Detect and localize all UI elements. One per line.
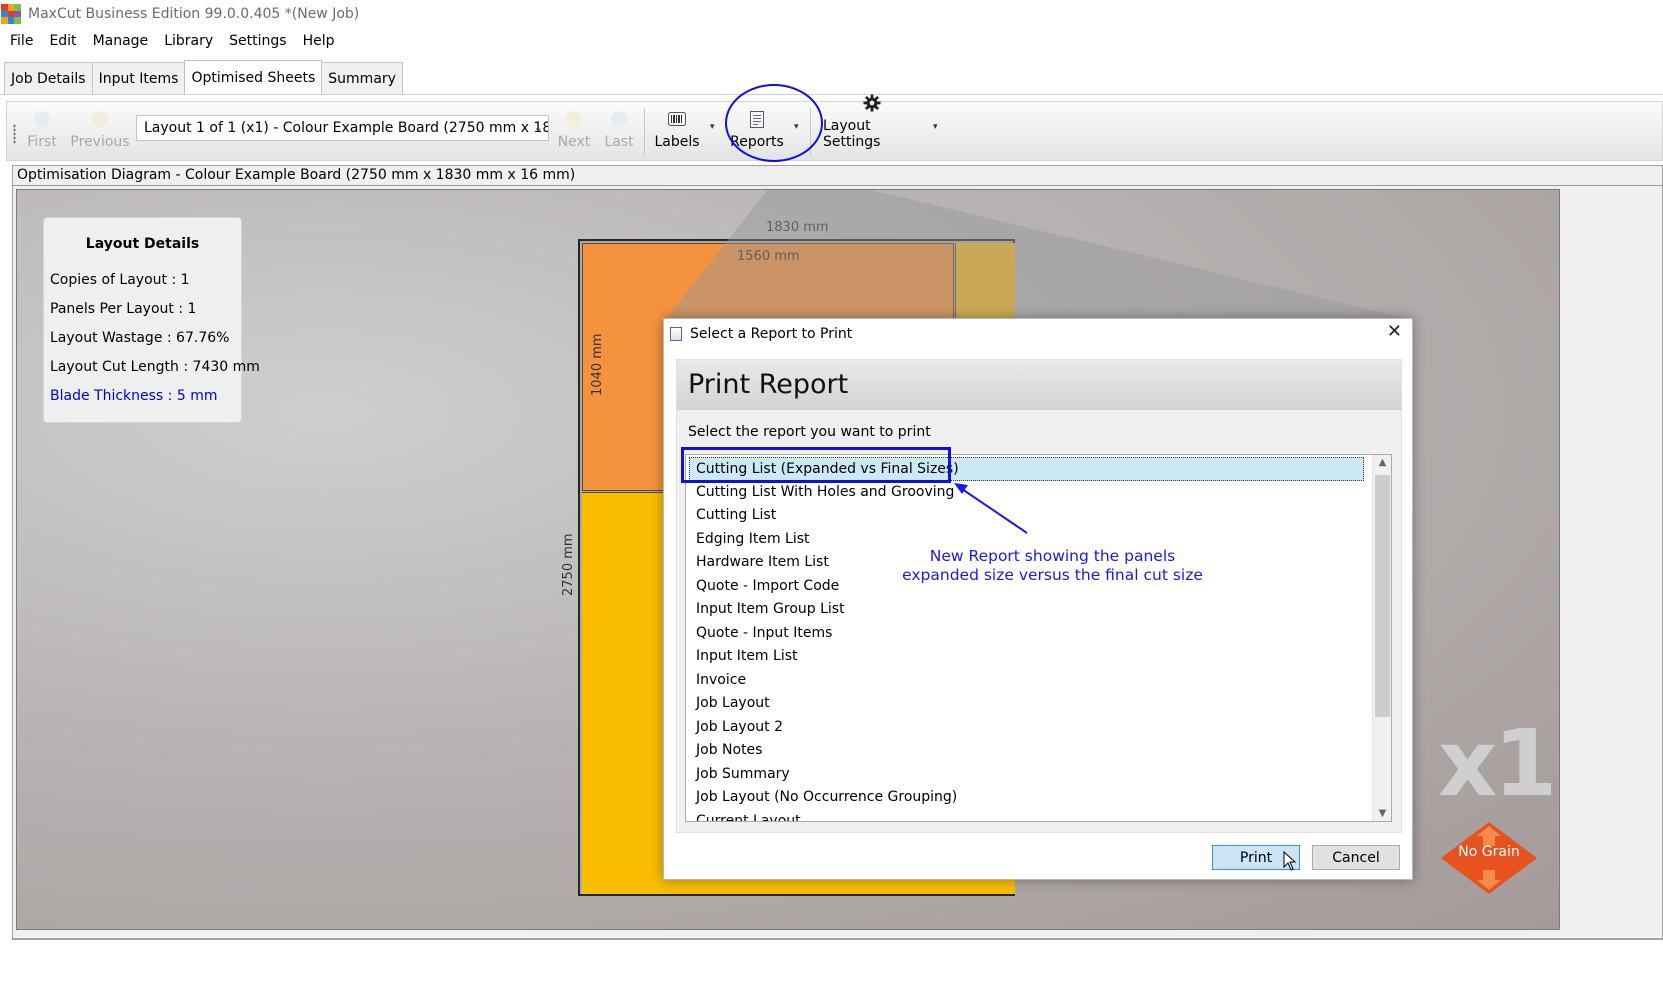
layout-details-box: Layout Details Copies of Layout : 1 Pane… [43, 217, 260, 423]
report-document-icon [670, 327, 682, 341]
annotation-line-2: expanded size versus the final cut size [902, 566, 1203, 584]
tab-strip: Job Details Input Items Optimised Sheets… [4, 60, 403, 95]
no-grain-indicator[interactable]: No Grain [1441, 822, 1537, 894]
panels-per-layout: Panels Per Layout : 1 [50, 301, 197, 317]
list-item[interactable]: Cutting List [686, 504, 1391, 528]
toolbar: First Previous Layout 1 of 1 (x1) - Colo… [6, 94, 1663, 161]
labels-label: Labels [654, 134, 700, 150]
toolbar-grip[interactable] [13, 124, 16, 144]
list-item[interactable]: Cutting List With Holes and Grooving [686, 481, 1391, 505]
layout-settings-dropdown-icon[interactable]: ▾ [933, 122, 938, 132]
list-item[interactable]: Quote - Input Items [686, 622, 1391, 646]
app-window: MaxCut Business Edition 99.0.0.405 *(New… [0, 0, 1663, 997]
previous-button[interactable]: Previous [70, 106, 130, 156]
blade-thickness-link[interactable]: Blade Thickness : 5 mm [50, 388, 235, 404]
first-button[interactable]: First [25, 106, 59, 156]
tab-divider [0, 94, 1663, 95]
panel-width-dimension: 1560 mm [737, 249, 800, 264]
layout-select[interactable]: Layout 1 of 1 (x1) - Colour Example Boar… [136, 115, 549, 141]
panel-height-dimension: 1040 mm [590, 333, 605, 396]
annotation-text: New Report showing the panels expanded s… [880, 547, 1225, 585]
previous-label: Previous [70, 134, 130, 150]
highlight-box [681, 447, 951, 483]
list-item[interactable]: Job Layout [686, 692, 1391, 716]
tab-input-items[interactable]: Input Items [91, 62, 186, 95]
layout-settings-button[interactable]: Layout Settings [823, 94, 921, 156]
list-item[interactable]: Job Notes [686, 739, 1391, 763]
dialog-body: Print Report Select the report you want … [676, 359, 1402, 833]
no-grain-label: No Grain [1458, 844, 1520, 860]
chevron-up-icon[interactable]: ▲ [1373, 457, 1391, 468]
menu-settings[interactable]: Settings [221, 28, 294, 54]
layout-settings-label: Layout Settings [823, 118, 881, 150]
gear-icon [863, 94, 881, 112]
dialog-prompt: Select the report you want to print [688, 424, 931, 440]
menu-help[interactable]: Help [295, 28, 343, 54]
annotation-line-1: New Report showing the panels [929, 547, 1176, 565]
close-icon[interactable]: ✕ [1387, 321, 1402, 342]
next-button[interactable]: Next [555, 106, 593, 156]
layout-cut-length: Layout Cut Length : 7430 mm [50, 359, 260, 375]
menu-bar: File Edit Manage Library Settings Help [0, 28, 1663, 54]
first-label: First [27, 134, 57, 150]
list-item[interactable]: Job Summary [686, 763, 1391, 787]
list-item[interactable]: Invoice [686, 669, 1391, 693]
tab-summary[interactable]: Summary [321, 62, 403, 95]
chevron-down-icon[interactable]: ▼ [1373, 808, 1391, 819]
tab-job-details[interactable]: Job Details [4, 62, 93, 95]
layout-select-value: Layout 1 of 1 (x1) - Colour Example Boar… [144, 120, 549, 136]
chevron-down-icon: ⌄ [533, 121, 543, 134]
copies-badge: x1 [1438, 710, 1557, 817]
sheet-height-dimension: 2750 mm [561, 533, 576, 596]
report-list[interactable]: Cutting List (Expanded vs Final Sizes) C… [685, 454, 1392, 822]
list-scrollbar[interactable]: ▲ ▼ [1372, 455, 1391, 821]
menu-edit[interactable]: Edit [41, 28, 84, 54]
cancel-button[interactable]: Cancel [1312, 845, 1400, 870]
diagram-header: Optimisation Diagram - Colour Example Bo… [13, 166, 1662, 186]
menu-library[interactable]: Library [156, 28, 221, 54]
app-logo-icon [1, 4, 21, 24]
mouse-pointer-icon [1283, 850, 1297, 875]
list-item[interactable]: Job Layout 2 [686, 716, 1391, 740]
sheet-width-dimension: 1830 mm [766, 220, 829, 235]
scrollbar-thumb[interactable] [1375, 475, 1390, 717]
labels-button[interactable]: Labels [653, 106, 701, 156]
print-report-dialog: Select a Report to Print ✕ Print Report … [663, 318, 1413, 880]
dialog-title: Select a Report to Print [690, 326, 853, 342]
list-item[interactable]: Input Item Group List [686, 598, 1391, 622]
menu-manage[interactable]: Manage [85, 28, 157, 54]
copies-of-layout: Copies of Layout : 1 [50, 272, 190, 288]
layout-details-title: Layout Details [85, 236, 200, 252]
tab-optimised-sheets[interactable]: Optimised Sheets [184, 60, 323, 95]
title-bar: MaxCut Business Edition 99.0.0.405 *(New… [0, 0, 1663, 28]
status-divider [12, 938, 1663, 939]
toolbar-separator [644, 108, 645, 156]
layout-wastage: Layout Wastage : 67.76% [50, 330, 230, 346]
menu-file[interactable]: File [2, 28, 41, 54]
window-title: MaxCut Business Edition 99.0.0.405 *(New… [28, 6, 360, 22]
last-icon [610, 110, 628, 128]
next-label: Next [557, 134, 591, 150]
next-icon [565, 110, 583, 128]
dialog-title-bar: Select a Report to Print ✕ [664, 319, 1412, 349]
highlight-ellipse [725, 84, 823, 162]
list-item[interactable]: Job Layout (No Occurrence Grouping) [686, 786, 1391, 810]
first-icon [33, 110, 51, 128]
last-button[interactable]: Last [603, 106, 635, 156]
dialog-heading: Print Report [677, 360, 1401, 410]
labels-dropdown-icon[interactable]: ▾ [710, 122, 715, 132]
list-item[interactable]: Input Item List [686, 645, 1391, 669]
last-label: Last [604, 134, 634, 150]
previous-icon [91, 110, 109, 128]
list-item[interactable]: Current Layout [686, 810, 1391, 822]
barcode-icon [668, 110, 686, 128]
